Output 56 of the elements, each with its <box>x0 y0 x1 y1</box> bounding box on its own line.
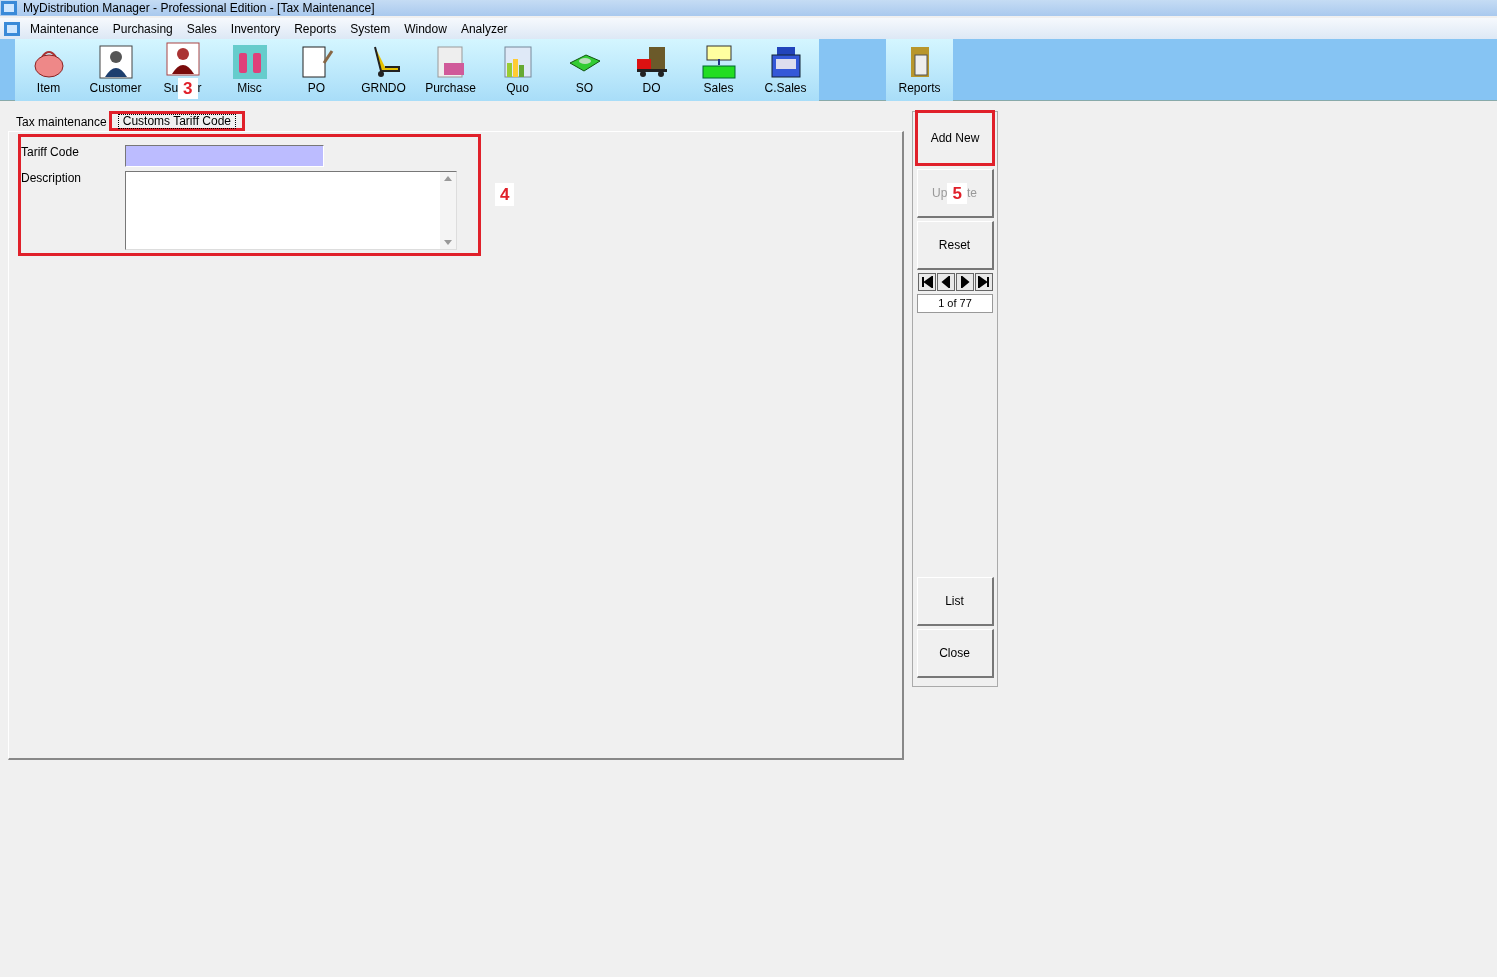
nav-button[interactable] <box>917 273 936 291</box>
scrollbar[interactable] <box>440 172 456 249</box>
menu-item[interactable]: System <box>343 19 398 38</box>
app-icon <box>4 21 20 36</box>
last-record-icon <box>977 276 990 288</box>
first-record-icon <box>920 276 933 288</box>
toolbar-button[interactable]: Misc <box>216 39 283 101</box>
previous-icon <box>939 276 952 288</box>
next-icon <box>958 276 971 288</box>
toolbar-button[interactable]: SO <box>551 39 618 101</box>
toolbar-button[interactable]: Item <box>15 39 82 101</box>
description-field[interactable] <box>125 171 457 250</box>
menu-item[interactable]: Analyzer <box>453 19 515 38</box>
window-title: MyDistribution Manager - Professional Edition - [Tax Maintenance] <box>23 0 375 17</box>
toolbar-button[interactable]: Quo <box>484 39 551 101</box>
cash-register-icon <box>768 45 803 79</box>
nav-button[interactable] <box>955 273 974 291</box>
menu-item[interactable]: Reports <box>287 19 344 38</box>
field-label: Description <box>21 171 83 187</box>
scroll-up-icon[interactable] <box>444 176 452 181</box>
toolbar-button[interactable]: Su 3 r <box>149 39 216 101</box>
field-label: Tariff Code <box>21 145 80 161</box>
app-icon <box>1 1 17 15</box>
side-button[interactable]: List <box>916 577 994 626</box>
toolbar-button[interactable]: GRNDO <box>350 39 417 101</box>
cash-icon <box>701 45 736 79</box>
earrings-icon <box>232 45 267 79</box>
tab[interactable]: Customs Tariff Code <box>108 111 245 131</box>
menu-item[interactable]: Sales <box>179 19 224 38</box>
person-icon <box>165 41 200 76</box>
menu-item[interactable]: Window <box>397 19 454 38</box>
tab[interactable]: Tax maintenance <box>14 113 109 131</box>
truck-icon <box>634 45 669 79</box>
tariff-code-field[interactable] <box>125 145 324 167</box>
toolbar-button[interactable]: Purchase <box>417 39 484 101</box>
toolbar-button[interactable]: C.Sales <box>752 39 819 101</box>
step-number: 3 <box>178 77 198 99</box>
nav-button[interactable] <box>936 273 955 291</box>
nav-button[interactable] <box>974 273 993 291</box>
toolbar-button[interactable]: DO <box>618 39 685 101</box>
menu-item[interactable]: Maintenance <box>23 19 106 38</box>
step-number: 4 <box>495 182 515 206</box>
menu-item[interactable]: Inventory <box>223 19 288 38</box>
side-button[interactable]: Add New <box>915 110 995 166</box>
toolbar-button[interactable]: Reports <box>886 39 953 101</box>
toolbar-button[interactable]: Customer <box>82 39 149 101</box>
notepad-icon <box>299 45 334 79</box>
step-number: 5 <box>947 182 967 204</box>
record-counter: 1 of 77 <box>917 294 993 313</box>
side-button[interactable]: Close <box>916 629 994 678</box>
side-button[interactable]: Reset <box>916 221 994 270</box>
toolbar-button[interactable]: Sales <box>685 39 752 101</box>
scroll-down-icon[interactable] <box>444 240 452 245</box>
person-icon <box>98 45 133 79</box>
toolbar-button[interactable]: PO <box>283 39 350 101</box>
menu-item[interactable]: Purchasing <box>105 19 180 38</box>
